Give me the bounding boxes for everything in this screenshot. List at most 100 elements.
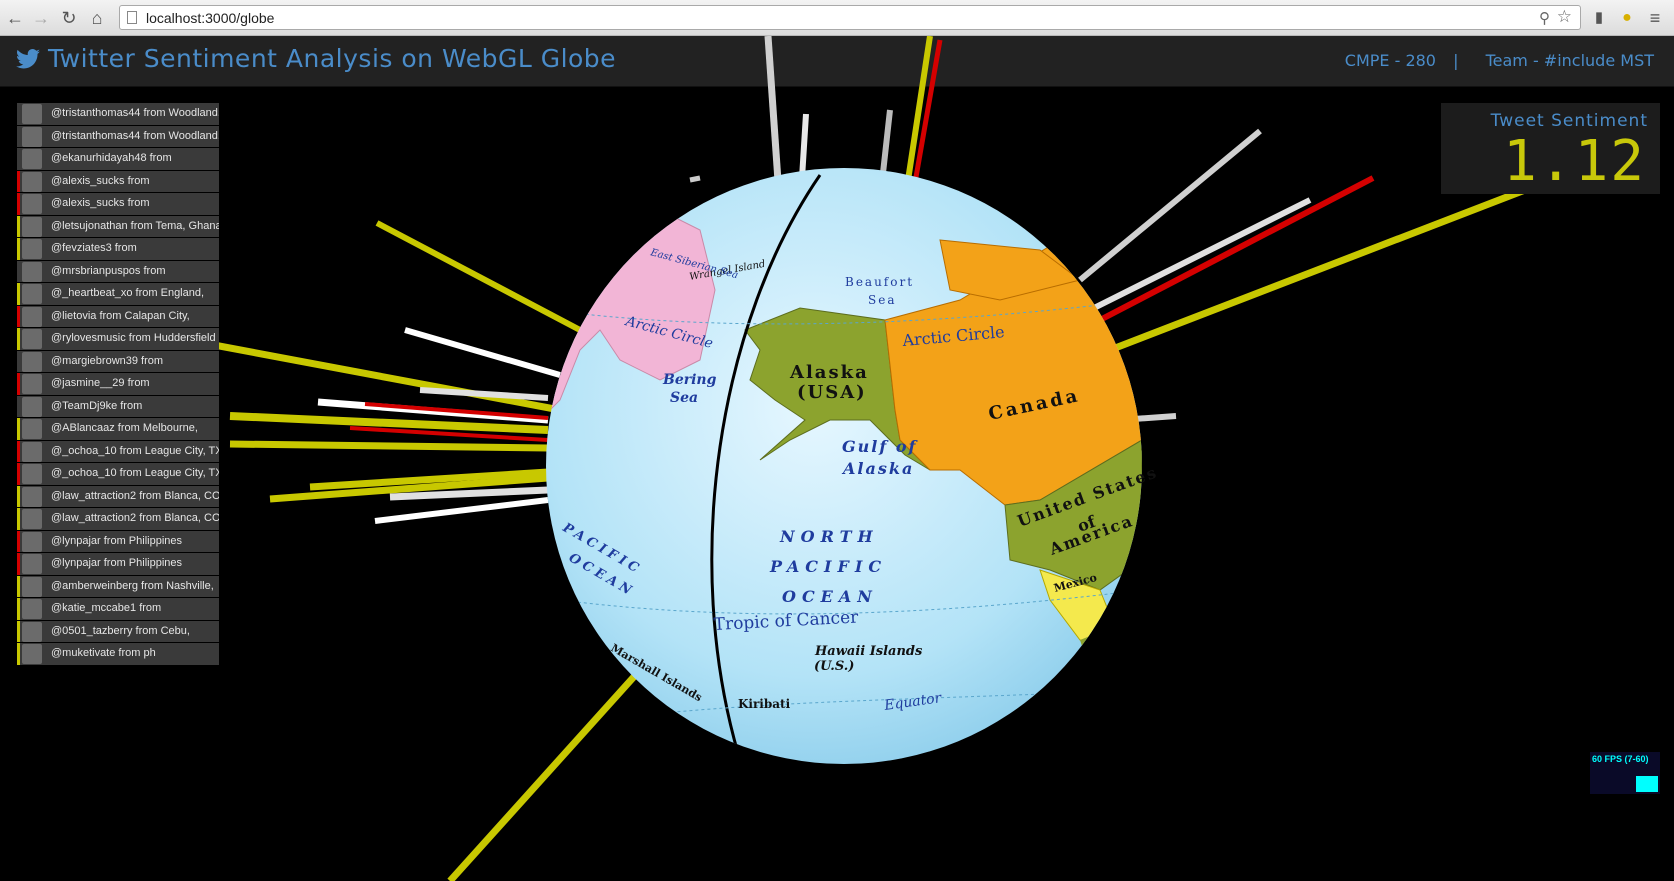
tweet-text: @margiebrown39 from [51, 354, 164, 367]
tweet-item[interactable]: @law_attraction2 from Blanca, CO [17, 485, 219, 508]
tweet-item[interactable]: @law_attraction2 from Blanca, CO [17, 508, 219, 531]
search-icon[interactable]: ⚲ [1539, 9, 1550, 27]
avatar [22, 396, 42, 417]
globe[interactable]: Alaska (USA) Canada United States of Ame… [530, 168, 1160, 764]
tweet-item[interactable]: @0501_tazberry from Cebu, [17, 620, 219, 643]
sentiment-indicator [17, 620, 20, 642]
tweet-text: @law_attraction2 from Blanca, CO [51, 489, 219, 502]
tweet-item[interactable]: @_ochoa_10 from League City, TX [17, 463, 219, 486]
tweet-item[interactable]: @lynpajar from Philippines [17, 530, 219, 553]
sentiment-label: Tweet Sentiment [1490, 111, 1648, 131]
tweet-text: @alexis_sucks from [51, 197, 150, 209]
page-icon [127, 11, 137, 24]
avatar [22, 149, 42, 169]
tweet-text: @lynpajar from Philippines [51, 534, 183, 547]
fps-graph [1636, 776, 1658, 792]
tweet-item[interactable]: @TeamDj9ke from [17, 395, 219, 418]
tweet-item[interactable]: @letsujonathan from Tema, Ghana [17, 215, 219, 238]
sentiment-indicator [17, 148, 20, 170]
sentiment-indicator [17, 215, 20, 237]
sentiment-indicator [17, 350, 20, 372]
url-text[interactable]: localhost:3000/globe [146, 10, 274, 26]
avatar [22, 554, 42, 574]
avatar [22, 329, 42, 349]
tweet-item[interactable]: @_ochoa_10 from League City, TX [17, 440, 219, 463]
sentiment-indicator [17, 418, 20, 440]
label-alaska: Alaska [789, 362, 869, 383]
tweet-text: @ekanurhidayah48 from [51, 152, 172, 164]
tweet-text: @0501_tazberry from Cebu, [51, 624, 190, 637]
tweet-text: @letsujonathan from Tema, Ghana [51, 219, 219, 232]
tweet-text: @_heartbeat_xo from England, [51, 287, 205, 299]
home-icon[interactable]: ⌂ [86, 7, 108, 29]
avatar [22, 216, 42, 237]
bookmark-star-icon[interactable]: ☆ [1557, 7, 1572, 27]
webgl-globe-canvas[interactable]: Alaska (USA) Canada United States of Ame… [0, 36, 1674, 881]
sentiment-indicator [17, 598, 20, 620]
avatar [22, 441, 42, 462]
avatar [22, 194, 42, 214]
tweet-item[interactable]: @tristanthomas44 from Woodland, [17, 125, 219, 148]
tweet-item[interactable]: @ekanurhidayah48 from [17, 148, 219, 171]
sentiment-indicator [17, 485, 20, 507]
tweet-item[interactable]: @mrsbrianpuspos from [17, 260, 219, 283]
tweet-item[interactable]: @rylovesmusic from Huddersfield [17, 328, 219, 351]
avatar [22, 261, 42, 282]
tweet-item[interactable]: @jasmine__29 from [17, 373, 219, 396]
tweet-item[interactable]: @alexis_sucks from [17, 170, 219, 193]
tweet-text: @tristanthomas44 from Woodland, [51, 107, 219, 119]
tweet-item[interactable]: @muketivate from ph [17, 643, 219, 666]
sentiment-indicator [17, 508, 20, 530]
sentiment-indicator [17, 238, 20, 260]
sentiment-indicator [17, 643, 20, 665]
sentiment-panel: Tweet Sentiment 1.12 [1441, 103, 1660, 194]
avatar [22, 531, 42, 552]
tweet-text: @_ochoa_10 from League City, TX [51, 467, 219, 479]
tweet-text: @law_attraction2 from Blanca, CO [51, 512, 219, 524]
menu-icon[interactable]: ≡ [1644, 7, 1666, 29]
label-beaufort1: Beaufort [845, 275, 914, 289]
tweet-item[interactable]: @_heartbeat_xo from England, [17, 283, 219, 306]
tweet-item[interactable]: @ABlancaaz from Melbourne, [17, 418, 219, 441]
extension-icon[interactable]: ▮ [1588, 7, 1610, 29]
forward-icon[interactable]: → [30, 7, 52, 29]
sentiment-indicator [17, 328, 20, 350]
tweet-item[interactable]: @alexis_sucks from [17, 193, 219, 216]
avatar [22, 374, 42, 394]
tweet-text: @muketivate from ph [51, 647, 156, 659]
sentiment-indicator [17, 575, 20, 597]
tweet-item[interactable]: @fevziates3 from [17, 238, 219, 261]
tweet-item[interactable]: @amberweinberg from Nashville, [17, 575, 219, 598]
sentiment-indicator [17, 373, 20, 395]
avatar [22, 599, 42, 619]
label-gulf2: Alaska [841, 459, 914, 478]
reload-icon[interactable]: ↻ [58, 7, 80, 29]
tweet-text: @jasmine__29 from [51, 377, 150, 389]
tweet-item[interactable]: @lietovia from Calapan City, [17, 305, 219, 328]
sentiment-indicator [17, 305, 20, 327]
tweet-text: @alexis_sucks from [51, 174, 150, 187]
avatar [22, 126, 42, 147]
bulb-extension-icon[interactable]: ● [1616, 7, 1638, 29]
label-kiribati: Kiribati [738, 697, 791, 711]
tweet-text: @lietovia from Calapan City, [51, 309, 190, 322]
address-bar[interactable]: localhost:3000/globe ⚲ ☆ [119, 5, 1581, 30]
sentiment-indicator [17, 193, 20, 215]
label-north: NORTH [779, 527, 879, 546]
avatar [22, 239, 42, 259]
tweet-item[interactable]: @tristanthomas44 from Woodland, [17, 103, 219, 126]
back-icon[interactable]: ← [4, 7, 26, 29]
sentiment-value: 1.12 [1503, 129, 1646, 194]
avatar [22, 576, 42, 597]
tweet-text: @TeamDj9ke from [51, 399, 143, 412]
tweet-item[interactable]: @lynpajar from Philippines [17, 553, 219, 576]
avatar [22, 486, 42, 507]
fps-meter[interactable]: 60 FPS (7-60) [1590, 752, 1660, 794]
tweet-text: @tristanthomas44 from Woodland, [51, 129, 219, 142]
tweet-text: @_ochoa_10 from League City, TX [51, 444, 219, 457]
tweet-item[interactable]: @margiebrown39 from [17, 350, 219, 373]
avatar [22, 171, 42, 192]
fps-text: 60 FPS (7-60) [1592, 754, 1649, 764]
tweet-text: @lynpajar from Philippines [51, 557, 183, 569]
tweet-item[interactable]: @katie_mccabe1 from [17, 598, 219, 621]
